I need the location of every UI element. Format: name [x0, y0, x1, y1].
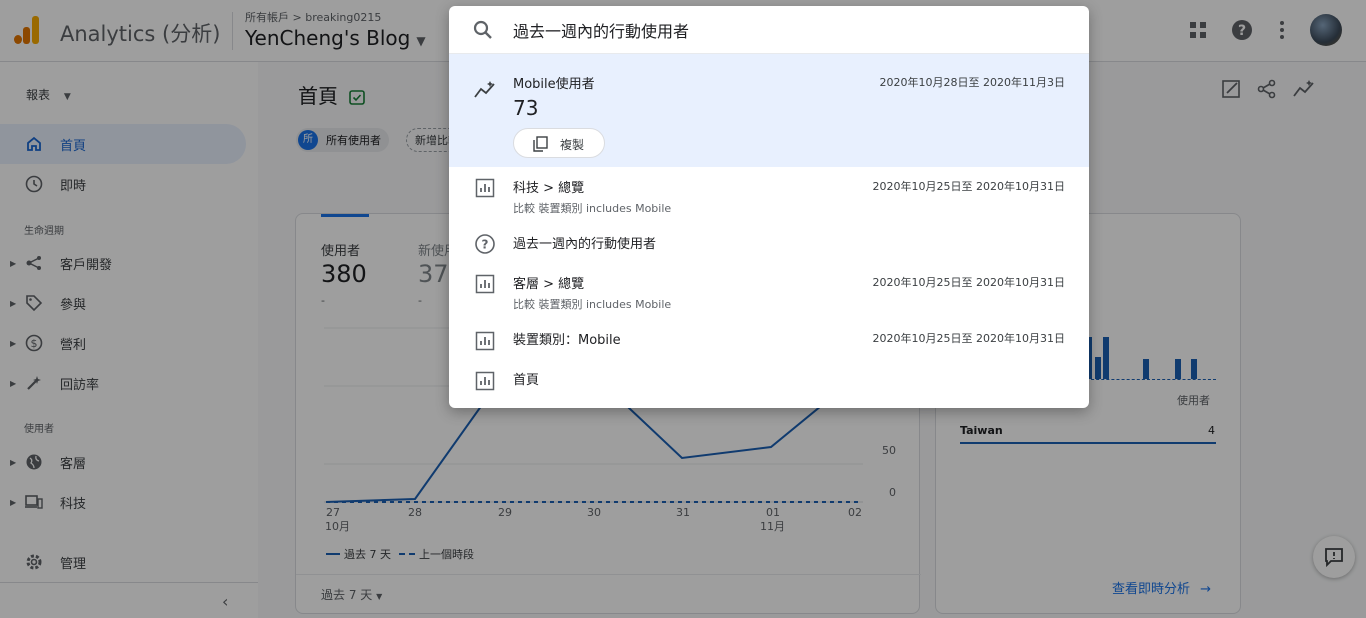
result-title: 裝置類別：Mobile: [513, 333, 621, 348]
svg-text:?: ?: [482, 238, 489, 252]
result-subtitle: 比較 裝置類別 includes Mobile: [513, 298, 672, 311]
copy-button[interactable]: 複製: [513, 128, 605, 158]
result-title: 過去一週內的行動使用者: [513, 237, 657, 252]
result-title: 首頁: [513, 373, 540, 388]
result-date: 2020年10月25日至 2020年10月31日: [872, 180, 1065, 193]
bar-chart-icon: [473, 329, 497, 353]
insights-icon: [473, 78, 497, 102]
bar-chart-icon: [473, 272, 497, 296]
search-result[interactable]: ? 過去一週內的行動使用者: [449, 227, 1089, 259]
result-subtitle: 比較 裝置類別 includes Mobile: [513, 202, 672, 215]
search-input[interactable]: [513, 16, 1063, 44]
search-result[interactable]: 首頁: [449, 360, 1089, 396]
search-result[interactable]: 裝置類別：Mobile 2020年10月25日至 2020年10月31日: [449, 320, 1089, 356]
search-icon: [473, 20, 492, 39]
result-title: 客層 > 總覽: [513, 277, 585, 292]
result-title: Mobile使用者: [513, 77, 595, 92]
search-result[interactable]: 科技 > 總覽 比較 裝置類別 includes Mobile 2020年10月…: [449, 167, 1089, 217]
result-date: 2020年10月25日至 2020年10月31日: [872, 276, 1065, 289]
search-bar: [449, 6, 1089, 54]
copy-icon: [533, 136, 548, 152]
bar-chart-icon: [473, 369, 497, 393]
help-outline-icon: ?: [473, 232, 497, 256]
result-date: 2020年10月28日至 2020年11月3日: [879, 76, 1065, 89]
bar-chart-icon: [473, 176, 497, 200]
result-date: 2020年10月25日至 2020年10月31日: [872, 332, 1065, 345]
search-result[interactable]: Mobile使用者 2020年10月28日至 2020年11月3日 73 複製: [449, 54, 1089, 167]
result-value: 73: [513, 96, 539, 120]
copy-label: 複製: [560, 138, 585, 152]
search-result[interactable]: 客層 > 總覽 比較 裝置類別 includes Mobile 2020年10月…: [449, 263, 1089, 313]
search-dialog: Mobile使用者 2020年10月28日至 2020年11月3日 73 複製 …: [449, 6, 1089, 408]
result-title: 科技 > 總覽: [513, 181, 585, 196]
